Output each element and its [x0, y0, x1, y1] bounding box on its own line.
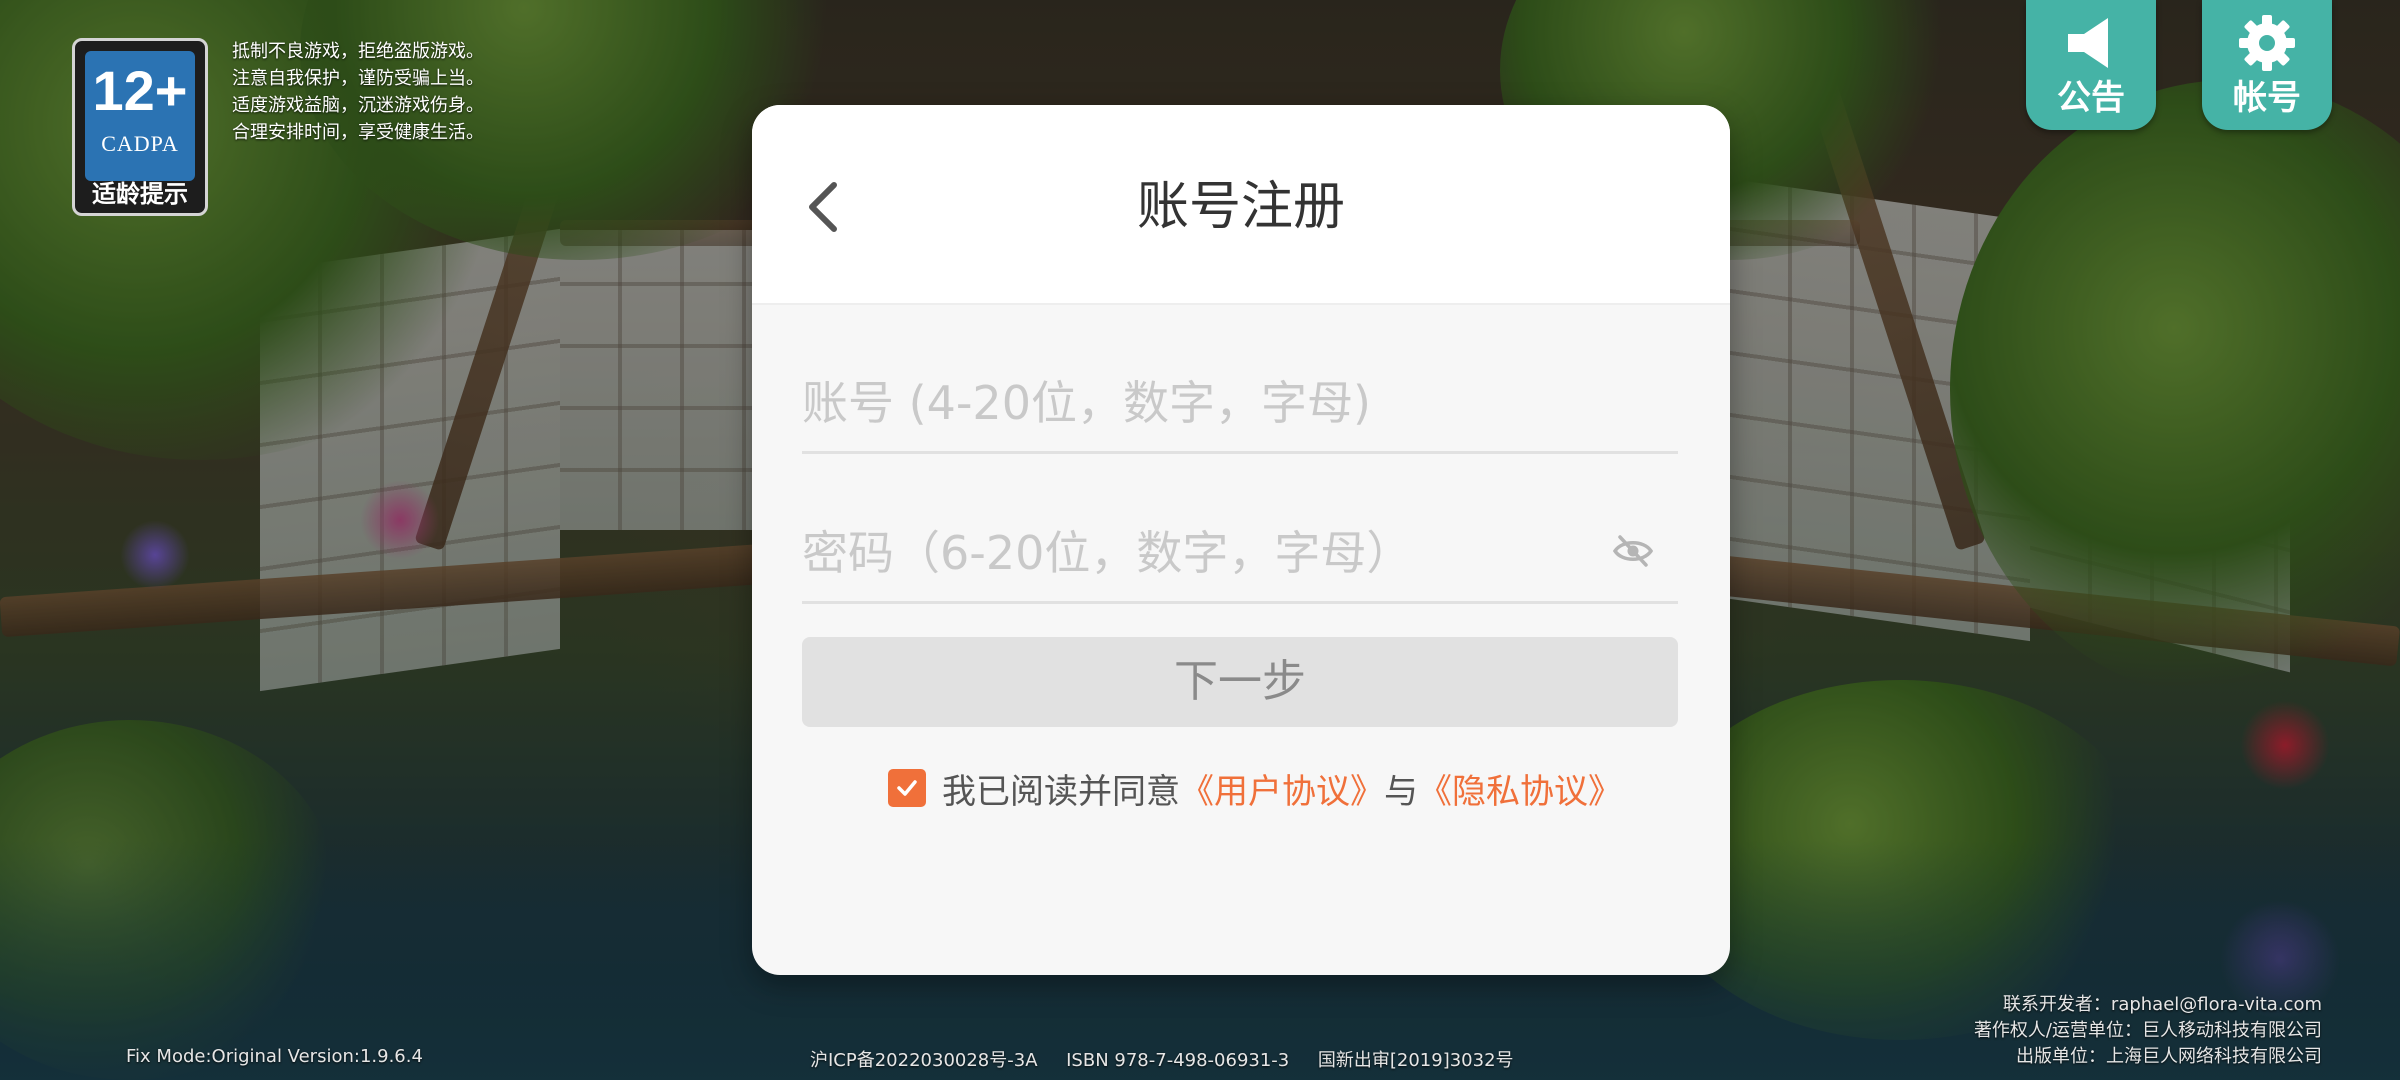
age-rating-badge: 12+ CADPA 适龄提示: [72, 38, 208, 216]
toggle-password-visibility-button[interactable]: [1612, 533, 1654, 569]
eye-hidden-icon: [1612, 535, 1654, 567]
age-rating-label: 适龄提示: [92, 180, 188, 208]
account-input[interactable]: [802, 355, 1602, 451]
agree-text: 我已阅读并同意: [942, 771, 1180, 812]
next-step-button[interactable]: 下一步: [802, 637, 1678, 727]
account-button[interactable]: 帐号: [2202, 0, 2332, 130]
dialog-header: 账号注册: [752, 105, 1730, 305]
age-rating-org: CADPA: [101, 131, 179, 156]
health-notice: 抵制不良游戏，拒绝盗版游戏。 注意自我保护，谨防受骗上当。 适度游戏益脑，沉迷游…: [232, 38, 484, 146]
health-notice-line: 注意自我保护，谨防受骗上当。: [232, 68, 484, 89]
agreement-row: 我已阅读并同意 《用户协议》 与 《隐私协议》: [888, 761, 1622, 815]
health-notice-line: 抵制不良游戏，拒绝盗版游戏。: [232, 41, 484, 62]
dialog-title: 账号注册: [1136, 177, 1345, 237]
age-rating-panel: 12+ CADPA: [85, 51, 195, 181]
agree-checkbox[interactable]: [888, 769, 926, 807]
privacy-agreement-link[interactable]: 《隐私协议》: [1418, 764, 1622, 813]
announcement-button[interactable]: 公告: [2026, 0, 2156, 130]
user-agreement-link[interactable]: 《用户协议》: [1180, 764, 1384, 813]
register-dialog: 账号注册 下一步 我已阅读并同意 《用户协议》 与 《隐私协议》: [752, 105, 1730, 975]
announcement-label: 公告: [2057, 78, 2125, 118]
license-info: 沪ICP备2022030028号-3A ISBN 978-7-498-06931…: [810, 1050, 1514, 1071]
copyright-info: 著作权人/运营单位：巨人移动科技有限公司: [1973, 1020, 2322, 1041]
health-notice-line: 合理安排时间，享受健康生活。: [232, 122, 484, 143]
gear-icon: [2202, 0, 2332, 80]
age-rating-value: 12+: [92, 59, 188, 122]
health-notice-line: 适度游戏益脑，沉迷游戏伤身。: [232, 95, 484, 116]
publisher-name: 出版单位：上海巨人网络科技有限公司: [2016, 1046, 2322, 1067]
account-field: [802, 355, 1678, 454]
password-field: [802, 505, 1678, 604]
account-label: 帐号: [2233, 78, 2301, 118]
checkmark-icon: [897, 780, 917, 796]
megaphone-icon: [2026, 0, 2156, 80]
agree-conjunction: 与: [1384, 771, 1418, 812]
contact-info: 联系开发者：raphael@flora-vita.com: [2002, 994, 2322, 1015]
password-input[interactable]: [802, 505, 1602, 601]
publisher-info: 联系开发者：raphael@flora-vita.com 著作权人/运营单位：巨…: [1974, 992, 2322, 1070]
version-info: Fix Mode:Original Version:1.9.6.4: [126, 1046, 423, 1067]
